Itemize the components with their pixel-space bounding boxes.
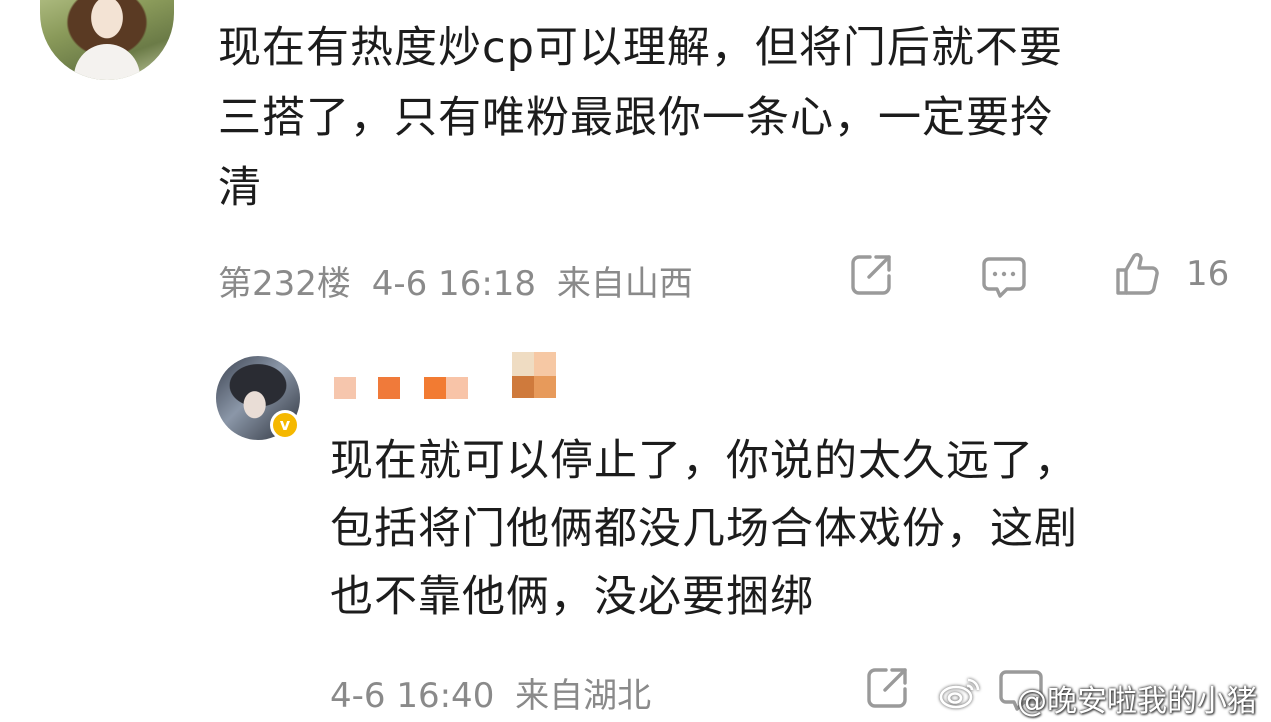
- like-button[interactable]: 16: [1114, 249, 1229, 299]
- floor-number: 第232楼: [218, 264, 351, 304]
- reply-meta: 4-6 16:40 来自湖北: [330, 668, 651, 717]
- comment-time: 4-6 16:18: [371, 264, 537, 304]
- commenter-avatar[interactable]: [40, 0, 174, 80]
- comment-text-line-2: 三搭了，只有唯粉最跟你一条心，一定要拎: [218, 93, 1054, 143]
- weibo-logo-icon: [938, 676, 982, 710]
- reply-text-line-1: 现在就可以停止了，你说的太久远了，: [330, 436, 1078, 486]
- reply-text-line-3: 也不靠他俩，没必要捆绑: [330, 572, 814, 622]
- watermark-text: @晚安啦我的小猪: [1017, 684, 1257, 719]
- comment-icon[interactable]: [981, 254, 1027, 300]
- comment-meta: 第232楼 4-6 16:18 来自山西: [218, 256, 693, 305]
- comment-text-line-1: 现在有热度炒cp可以理解，但将门后就不要: [218, 23, 1063, 73]
- comment-text-line-3: 清: [218, 163, 262, 213]
- verified-badge-icon: v: [270, 410, 300, 440]
- like-count: 16: [1186, 254, 1230, 294]
- reply-location: 来自湖北: [515, 676, 652, 716]
- like-icon: [1114, 251, 1160, 297]
- reply-time: 4-6 16:40: [330, 676, 495, 716]
- replier-name-pixelated[interactable]: [330, 350, 560, 400]
- comment-location: 来自山西: [556, 264, 693, 304]
- reply-text-line-2: 包括将门他俩都没几场合体戏份，这剧: [330, 504, 1078, 554]
- reply-share-icon[interactable]: [864, 665, 910, 711]
- share-icon[interactable]: [848, 252, 894, 298]
